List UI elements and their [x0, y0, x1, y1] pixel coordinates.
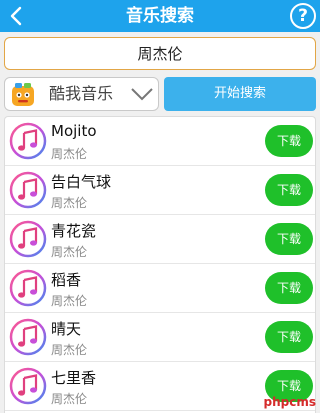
song-row[interactable]: 晴天 周杰伦 下载	[5, 313, 315, 362]
song-artist: 周杰伦	[51, 245, 88, 259]
song-artist: 周杰伦	[51, 294, 88, 308]
app-header: 音乐搜索 ?	[0, 0, 320, 32]
download-button[interactable]: 下载	[265, 272, 313, 304]
music-note-icon	[9, 367, 47, 405]
song-artist: 周杰伦	[51, 196, 88, 210]
help-icon[interactable]: ?	[290, 3, 316, 29]
watermark: phpcms	[263, 395, 316, 409]
song-artist: 周杰伦	[51, 392, 88, 406]
kuwo-logo-icon	[12, 83, 34, 106]
start-search-button[interactable]: 开始搜索	[164, 77, 316, 111]
download-button[interactable]: 下载	[265, 125, 313, 157]
music-note-icon	[9, 122, 47, 160]
chevron-down-icon	[131, 88, 153, 101]
song-title: Mojito	[51, 122, 97, 140]
song-artist: 周杰伦	[51, 343, 88, 357]
source-label: 酷我音乐	[49, 84, 114, 103]
song-row[interactable]: Mojito 周杰伦 下载	[5, 117, 315, 166]
song-row[interactable]: 青花瓷 周杰伦 下载	[5, 215, 315, 264]
song-row[interactable]: 告白气球 周杰伦 下载	[5, 166, 315, 215]
song-title: 青花瓷	[51, 222, 97, 240]
song-title: 七里香	[51, 369, 97, 387]
download-button[interactable]: 下载	[265, 174, 313, 206]
song-artist: 周杰伦	[51, 147, 88, 161]
search-input[interactable]	[5, 38, 315, 69]
music-note-icon	[9, 171, 47, 209]
song-list: Mojito 周杰伦 下载 告白气球 周杰伦 下载 青花瓷 周杰伦 下载 稻香 …	[4, 116, 316, 413]
download-button[interactable]: 下载	[265, 223, 313, 255]
download-button[interactable]: 下载	[265, 321, 313, 353]
music-note-icon	[9, 269, 47, 307]
song-title: 告白气球	[51, 173, 112, 191]
song-title: 稻香	[51, 271, 82, 289]
music-note-icon	[9, 318, 47, 356]
source-dropdown[interactable]: 酷我音乐	[4, 77, 159, 111]
song-row[interactable]: 稻香 周杰伦 下载	[5, 264, 315, 313]
song-title: 晴天	[51, 320, 82, 338]
page-title: 音乐搜索	[126, 6, 194, 26]
music-note-icon	[9, 220, 47, 258]
search-field	[4, 37, 316, 70]
